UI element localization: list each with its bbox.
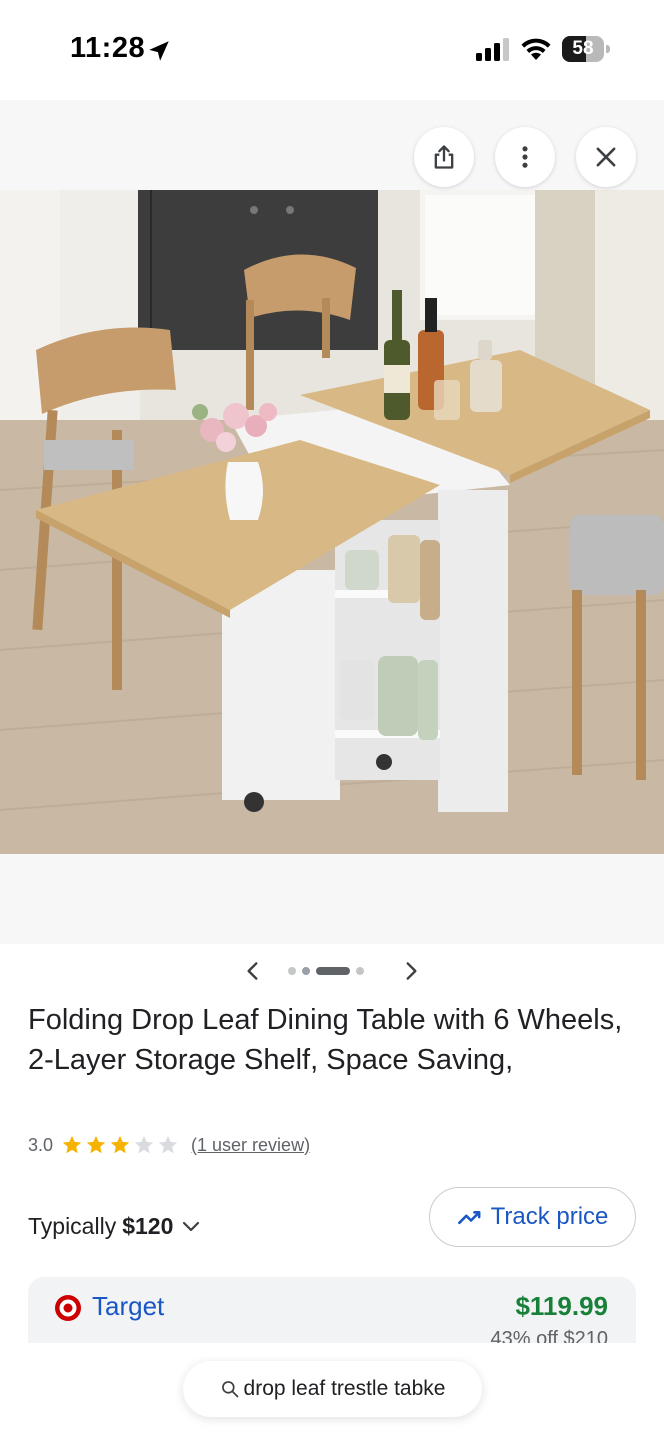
close-button[interactable]: [576, 127, 636, 187]
reviews-link[interactable]: (1 user review): [191, 1135, 310, 1156]
carousel-dot[interactable]: [302, 967, 310, 975]
star-empty-icon: [134, 1135, 154, 1154]
share-icon: [434, 145, 454, 169]
search-query-text: drop leaf trestle tabke: [243, 1377, 446, 1400]
track-price-button[interactable]: Track price: [429, 1187, 636, 1247]
close-icon: [596, 147, 616, 167]
search-icon: [221, 1381, 238, 1398]
location-arrow-icon: [149, 41, 169, 61]
more-vertical-icon: [522, 146, 528, 168]
status-bar: 11:28 58: [0, 0, 664, 100]
carousel-dot[interactable]: [288, 967, 296, 975]
trending-icon: [457, 1211, 481, 1225]
store-offer-card[interactable]: Target $119.99 43% off $210: [28, 1277, 636, 1343]
star-filled-icon: [62, 1135, 82, 1154]
more-options-button[interactable]: [495, 127, 555, 187]
chevron-down-icon: [183, 1221, 200, 1232]
rating-row: 3.0 (1 user review): [28, 1132, 310, 1158]
image-viewer[interactable]: [0, 100, 664, 944]
discount-note: 43% off $210: [490, 1328, 608, 1343]
star-empty-icon: [158, 1135, 178, 1154]
product-image[interactable]: [0, 190, 664, 854]
product-title: Folding Drop Leaf Dining Table with 6 Wh…: [28, 1004, 623, 1076]
typical-price: $120: [122, 1212, 174, 1239]
chevron-left-icon[interactable]: [240, 958, 266, 984]
target-logo-icon: [55, 1295, 81, 1321]
rating-value: 3.0: [28, 1134, 54, 1155]
battery-indicator: 58: [562, 36, 610, 62]
carousel-dot[interactable]: [356, 967, 364, 975]
search-query-pill[interactable]: drop leaf trestle tabke: [183, 1361, 482, 1417]
wifi-icon: [521, 38, 551, 60]
store-price: $119.99: [515, 1291, 608, 1321]
share-button[interactable]: [414, 127, 474, 187]
star-filled-icon: [86, 1135, 106, 1154]
typical-price-dropdown[interactable]: Typically $120: [28, 1210, 203, 1242]
store-name[interactable]: Target: [92, 1291, 164, 1322]
track-price-label: Track price: [490, 1203, 609, 1230]
carousel-dot-active[interactable]: [316, 967, 350, 975]
battery-percentage: 58: [572, 38, 594, 59]
star-filled-icon: [110, 1135, 130, 1154]
cellular-signal-icon: [476, 38, 509, 61]
image-carousel-controls: [0, 952, 664, 990]
chevron-right-icon[interactable]: [398, 958, 424, 984]
status-time: 11:28: [70, 32, 146, 64]
star-rating: [61, 1134, 181, 1156]
typically-label: Typically: [28, 1212, 117, 1239]
